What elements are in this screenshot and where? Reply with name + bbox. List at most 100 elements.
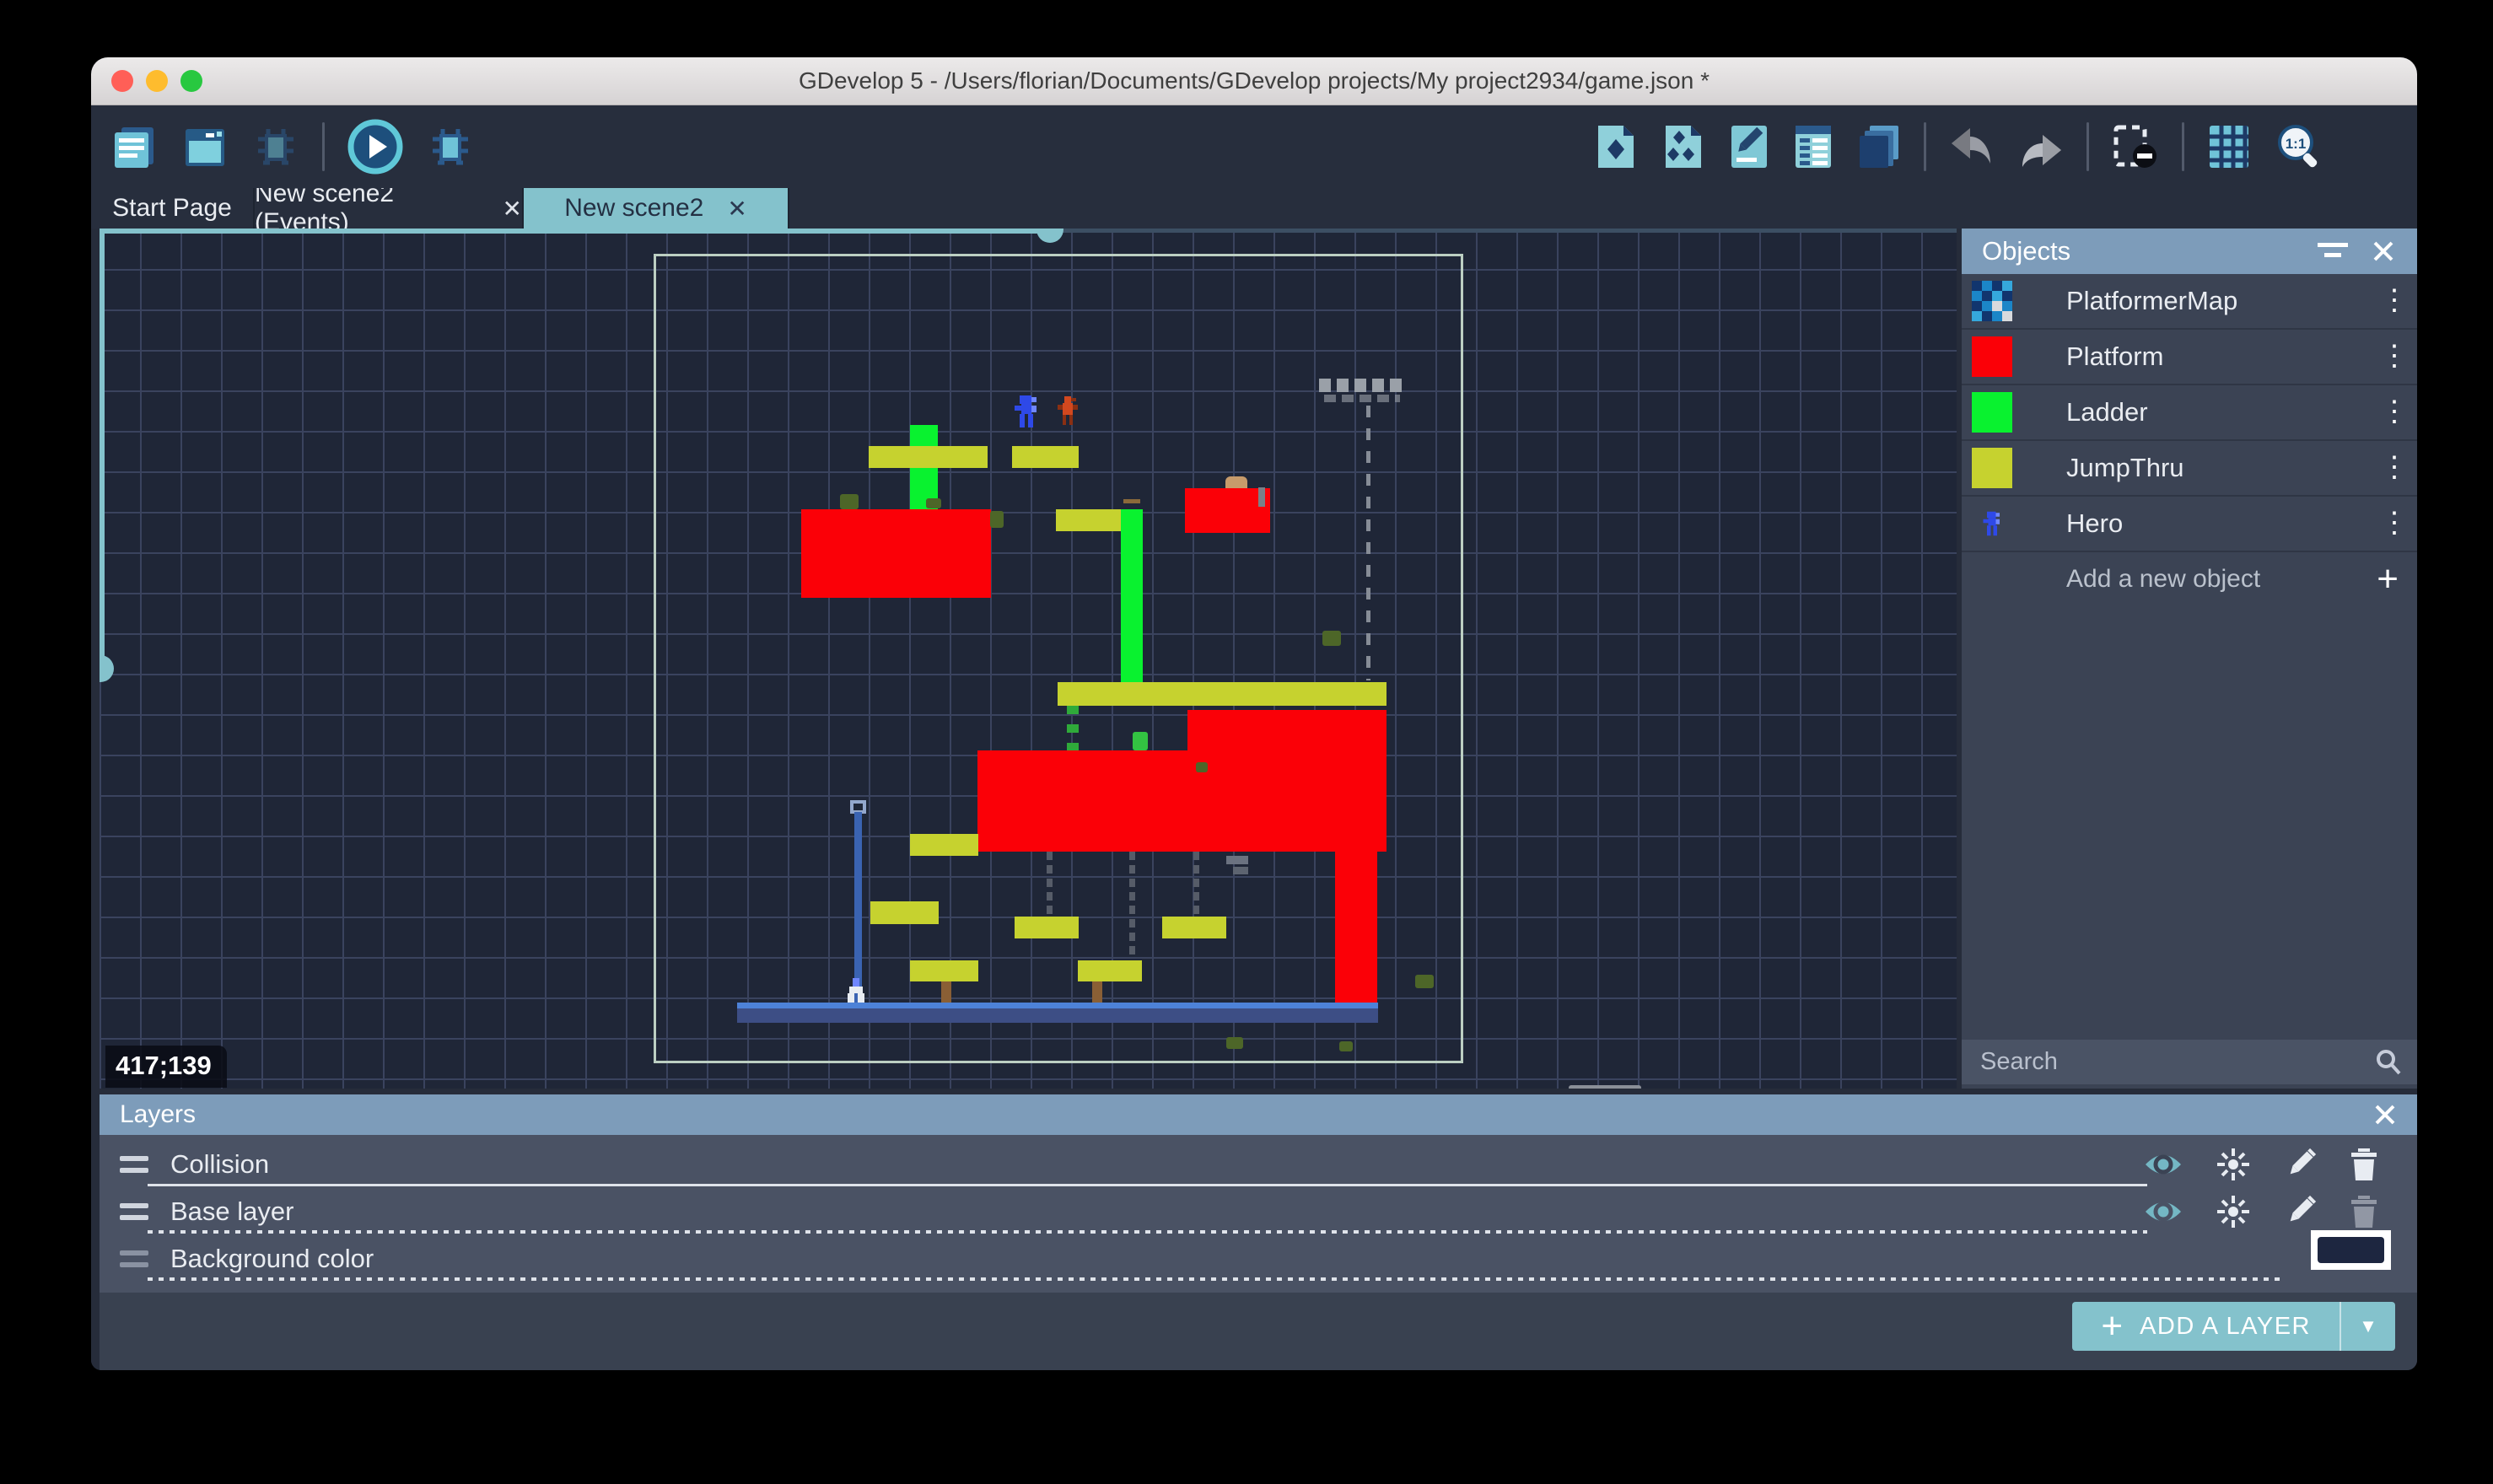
background-color-swatch[interactable] [2311, 1230, 2391, 1270]
object-row-ladder[interactable]: Ladder ⋮ [1962, 385, 2417, 441]
jumpthru-instance[interactable] [910, 834, 978, 856]
tab-start-page[interactable]: Start Page [91, 188, 255, 229]
debug-preview-icon[interactable] [426, 122, 475, 171]
close-tab-icon[interactable]: ✕ [503, 195, 522, 223]
layer-underline [148, 1277, 2282, 1281]
visibility-eye-icon[interactable] [2144, 1198, 2183, 1225]
jumpthru-instance[interactable] [869, 446, 988, 468]
platform-instance[interactable] [1187, 710, 1386, 751]
remove-mask-icon[interactable] [2111, 122, 2160, 171]
filter-icon[interactable] [2316, 239, 2350, 263]
close-window-button[interactable] [111, 70, 133, 92]
close-tab-icon[interactable]: ✕ [727, 195, 746, 223]
platform-instance[interactable] [1185, 488, 1270, 533]
jumpthru-instance[interactable] [910, 960, 978, 981]
tilemap-plant [990, 511, 1004, 528]
tilemap-pole [854, 812, 862, 1004]
add-layer-dropdown[interactable]: ▼ [2341, 1302, 2395, 1351]
platform-instance[interactable] [801, 509, 991, 598]
tilemap-gray-mark [1258, 487, 1265, 507]
object-row-jumpthru[interactable]: JumpThru ⋮ [1962, 441, 2417, 497]
cursor-coordinates: 417;139 [105, 1046, 227, 1088]
jumpthru-thumbnail [1972, 448, 2012, 488]
tilemap-plant [1415, 975, 1434, 988]
jumpthru-instance[interactable] [1056, 509, 1121, 531]
scene-canvas[interactable]: 417;139 [100, 229, 1957, 1089]
object-row-platform[interactable]: Platform ⋮ [1962, 330, 2417, 385]
jumpthru-instance[interactable] [1015, 917, 1079, 938]
grid-icon[interactable] [2206, 122, 2252, 171]
object-name: Hero [2066, 508, 2380, 539]
object-menu-icon[interactable]: ⋮ [2380, 347, 2400, 365]
tilemap-plant [1322, 631, 1341, 646]
minimize-window-button[interactable] [146, 70, 168, 92]
debug-icon[interactable] [251, 122, 300, 171]
title-bar[interactable]: GDevelop 5 - /Users/florian/Documents/GD… [91, 57, 2417, 105]
enemy-instance[interactable] [1056, 396, 1080, 425]
object-menu-icon[interactable]: ⋮ [2380, 459, 2400, 476]
instances-list-icon[interactable] [1792, 122, 1834, 171]
platform-instance[interactable] [1335, 852, 1377, 1003]
object-name: Ladder [2066, 397, 2380, 427]
object-menu-icon[interactable]: ⋮ [2380, 514, 2400, 532]
jumpthru-instance[interactable] [870, 901, 939, 924]
canvas-left-accent [100, 229, 105, 667]
undo-icon[interactable] [1948, 123, 1995, 170]
layer-row-collision[interactable]: Collision [100, 1141, 2417, 1188]
layers-panel: Layers Collision Base layer [91, 1094, 2417, 1370]
delete-layer-icon[interactable] [2350, 1148, 2378, 1180]
objects-panel-title: Objects [1982, 236, 2316, 266]
layer-row-base-layer[interactable]: Base layer [100, 1188, 2417, 1235]
visibility-eye-icon[interactable] [2144, 1151, 2183, 1178]
tab-new-scene2-events[interactable]: New scene2 (Events) ✕ [255, 188, 524, 229]
drag-handle-icon[interactable] [120, 1203, 148, 1220]
panel-divider[interactable] [91, 1089, 2417, 1094]
zoom-window-button[interactable] [180, 70, 202, 92]
plus-icon: + [2377, 558, 2399, 600]
tab-label: Start Page [112, 194, 232, 223]
objects-group-icon[interactable] [1661, 122, 1706, 171]
edit-layer-icon[interactable] [2284, 1196, 2316, 1228]
project-manager-icon[interactable] [110, 122, 159, 171]
layer-effects-icon[interactable] [2216, 1148, 2250, 1181]
zoom-1-1-icon[interactable]: 1:1 [2274, 122, 2323, 171]
object-menu-icon[interactable]: ⋮ [2380, 292, 2400, 309]
ground-platform-instance[interactable] [737, 1003, 1378, 1023]
drag-handle-icon[interactable] [120, 1156, 148, 1173]
close-panel-icon[interactable] [2372, 239, 2395, 263]
object-menu-icon[interactable]: ⋮ [2380, 403, 2400, 421]
traffic-lights [111, 57, 202, 105]
jumpthru-instance[interactable] [1162, 917, 1226, 938]
layers-list: Collision Base layer [100, 1135, 2417, 1293]
close-panel-icon[interactable] [2373, 1103, 2397, 1126]
layer-effects-icon[interactable] [2216, 1195, 2250, 1229]
platform-instance[interactable] [977, 750, 1386, 852]
layers-panel-icon[interactable] [1856, 122, 1902, 171]
scene-window-icon[interactable] [180, 122, 229, 171]
jumpthru-instance[interactable] [1078, 960, 1142, 981]
layer-name: Base layer [170, 1196, 293, 1227]
tab-new-scene2[interactable]: New scene2 ✕ [524, 188, 789, 229]
hero-instance[interactable] [1013, 395, 1040, 427]
edit-properties-icon[interactable] [1728, 122, 1770, 171]
panel-resize-handle-left[interactable] [100, 655, 114, 682]
layers-panel-title: Layers [120, 1100, 2373, 1129]
panel-resize-handle-top[interactable] [1037, 229, 1063, 243]
edit-layer-icon[interactable] [2284, 1148, 2316, 1180]
layer-row-background-color[interactable]: Background color [100, 1235, 2417, 1282]
add-layer-button[interactable]: + ADD A LAYER ▼ [2072, 1302, 2395, 1351]
redo-icon[interactable] [2017, 123, 2065, 170]
search-input[interactable] [1979, 1047, 2373, 1077]
play-button[interactable] [347, 118, 404, 175]
tilemap-plant [1339, 1041, 1353, 1051]
jumpthru-instance[interactable] [1058, 682, 1386, 706]
tilemap-plant [1226, 1037, 1243, 1049]
ladder-instance[interactable] [1121, 509, 1143, 692]
jumpthru-instance[interactable] [1012, 446, 1079, 468]
object-row-platformermap[interactable]: PlatformerMap ⋮ [1962, 274, 2417, 330]
object-row-hero[interactable]: Hero ⋮ [1962, 497, 2417, 552]
add-new-object-button[interactable]: Add a new object + [1962, 552, 2417, 606]
add-object-icon[interactable] [1593, 122, 1639, 171]
layer-underline [148, 1184, 2147, 1186]
tilemap-gray-bridge [1319, 379, 1405, 392]
